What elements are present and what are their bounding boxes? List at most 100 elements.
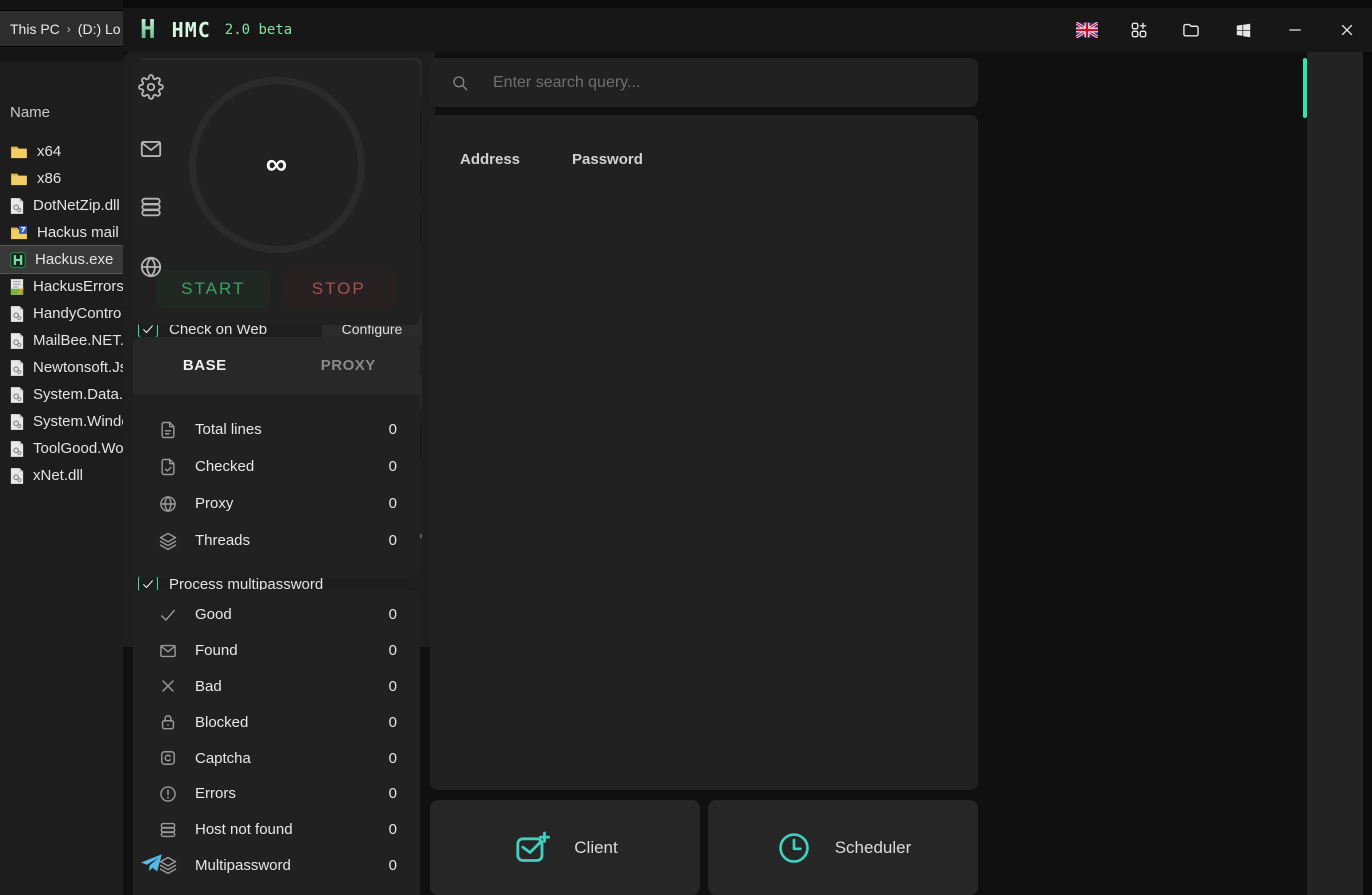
file-row[interactable]: HackusErrors. bbox=[0, 273, 123, 300]
stat-value: 0 bbox=[389, 606, 397, 623]
stat-label: Good bbox=[195, 606, 389, 623]
start-button[interactable]: START bbox=[157, 270, 270, 308]
runner-panel: ∞ START STOP bbox=[133, 60, 420, 325]
file-name: System.Windo bbox=[33, 413, 123, 430]
stat-label: Errors bbox=[195, 785, 389, 802]
file-row[interactable]: Hackus mail c bbox=[0, 219, 123, 246]
file-text-icon bbox=[158, 420, 178, 440]
uk-flag-icon bbox=[1076, 22, 1098, 38]
file-row[interactable]: x86 bbox=[0, 165, 123, 192]
base-stats-panel: BASE PROXY Total lines0 Checked0 Proxy0 … bbox=[133, 337, 420, 577]
file-name: DotNetZip.dll bbox=[33, 197, 120, 214]
right-sidebar bbox=[1307, 52, 1363, 895]
modules-button[interactable] bbox=[1128, 19, 1150, 41]
telegram-plane-icon[interactable] bbox=[138, 851, 164, 877]
tab-proxy[interactable]: PROXY bbox=[277, 337, 421, 394]
dll-file-icon bbox=[10, 197, 24, 215]
dll-file-icon bbox=[10, 359, 24, 377]
dll-file-icon bbox=[10, 440, 24, 458]
column-header-address[interactable]: Address bbox=[460, 151, 572, 168]
stat-label: Checked bbox=[195, 458, 389, 475]
file-row[interactable]: DotNetZip.dll bbox=[0, 192, 123, 219]
stat-row: Found0 bbox=[133, 633, 420, 669]
breadcrumb[interactable]: This PC › (D:) Lo bbox=[0, 10, 123, 47]
file-row-selected[interactable]: Hackus.exe bbox=[0, 246, 123, 273]
sidebar-mail-icon[interactable] bbox=[138, 136, 164, 162]
file-name: System.Data.S bbox=[33, 386, 123, 403]
search-icon bbox=[451, 74, 469, 92]
stat-label: Captcha bbox=[195, 750, 389, 767]
name-column-header[interactable]: Name bbox=[10, 104, 50, 121]
scheduler-button[interactable]: Scheduler bbox=[708, 800, 978, 895]
breadcrumb-drive[interactable]: (D:) Lo bbox=[78, 21, 121, 37]
results-table-panel: Address Password bbox=[430, 115, 978, 790]
dll-file-icon bbox=[10, 467, 24, 485]
windows-button[interactable] bbox=[1232, 19, 1254, 41]
language-flag-button[interactable] bbox=[1076, 19, 1098, 41]
minimize-button[interactable] bbox=[1284, 19, 1306, 41]
explorer-toolbar-band bbox=[0, 48, 123, 62]
file-row[interactable]: x64 bbox=[0, 138, 123, 165]
app-body: ∞ START STOP BASE PROXY Total lines0 Che… bbox=[123, 52, 1372, 895]
dll-file-icon bbox=[10, 386, 24, 404]
explorer-window: This PC › (D:) Lo Name x64 x86 DotNetZip… bbox=[0, 0, 123, 895]
close-button[interactable] bbox=[1336, 19, 1358, 41]
stat-row: Threads0 bbox=[133, 522, 420, 559]
progress-ring: ∞ bbox=[189, 77, 365, 253]
grid-plus-icon bbox=[1129, 20, 1149, 40]
file-row[interactable]: ToolGood.Wo bbox=[0, 435, 123, 462]
mail-plus-icon bbox=[512, 828, 552, 868]
stat-row: Captcha0 bbox=[133, 740, 420, 776]
app-version: 2.0 beta bbox=[225, 22, 292, 38]
stat-row: Multipassword0 bbox=[133, 848, 420, 884]
dll-file-icon bbox=[10, 332, 24, 350]
breadcrumb-this-pc[interactable]: This PC bbox=[10, 21, 60, 37]
app-logo: H bbox=[140, 17, 156, 43]
minimize-icon bbox=[1286, 21, 1304, 39]
windows-icon bbox=[1234, 21, 1253, 40]
stat-label: Proxy bbox=[195, 495, 389, 512]
file-row[interactable]: HandyContro bbox=[0, 300, 123, 327]
file-row[interactable]: xNet.dll bbox=[0, 462, 123, 489]
column-header-password[interactable]: Password bbox=[572, 151, 643, 168]
file-name: Newtonsoft.Js bbox=[33, 359, 123, 376]
stat-row: Proxy0 bbox=[133, 485, 420, 522]
open-folder-button[interactable] bbox=[1180, 19, 1202, 41]
file-row[interactable]: MailBee.NET. bbox=[0, 327, 123, 354]
window-edge-strip bbox=[1363, 52, 1372, 895]
stat-value: 0 bbox=[389, 532, 397, 549]
stat-row: Checked0 bbox=[133, 448, 420, 485]
search-input[interactable] bbox=[493, 74, 978, 92]
check-icon bbox=[141, 577, 155, 591]
sidebar-settings-gear-icon[interactable] bbox=[138, 74, 164, 100]
file-name: HackusErrors. bbox=[33, 278, 123, 295]
client-button[interactable]: Client bbox=[430, 800, 700, 895]
close-icon bbox=[1338, 21, 1356, 39]
stat-row: Total lines0 bbox=[133, 411, 420, 448]
client-button-label: Client bbox=[574, 838, 617, 858]
stop-button[interactable]: STOP bbox=[283, 270, 396, 308]
file-row[interactable]: System.Data.S bbox=[0, 381, 123, 408]
file-name: MailBee.NET. bbox=[33, 332, 123, 349]
explorer-top-strip bbox=[0, 0, 123, 10]
hmc-app-window: H HMC 2.0 beta ∞ START STOP bbox=[123, 0, 1372, 895]
file-row[interactable]: Newtonsoft.Js bbox=[0, 354, 123, 381]
tab-base[interactable]: BASE bbox=[133, 337, 277, 394]
mail-icon bbox=[158, 641, 178, 661]
stat-label: Found bbox=[195, 642, 389, 659]
file-row[interactable]: System.Windo bbox=[0, 408, 123, 435]
stat-row: Host not found0 bbox=[133, 812, 420, 848]
sidebar-database-icon[interactable] bbox=[138, 194, 164, 220]
stat-value: 0 bbox=[389, 678, 397, 695]
sidebar-globe-icon[interactable] bbox=[138, 254, 164, 280]
dll-file-icon bbox=[10, 413, 24, 431]
stat-label: Host not found bbox=[195, 821, 389, 838]
title-bar: H HMC 2.0 beta bbox=[123, 8, 1372, 52]
stat-value: 0 bbox=[389, 785, 397, 802]
search-panel bbox=[430, 58, 978, 107]
file-check-icon bbox=[158, 457, 178, 477]
clock-icon bbox=[775, 829, 813, 867]
stat-label: Threads bbox=[195, 532, 389, 549]
stats-tabbar: BASE PROXY bbox=[133, 337, 420, 394]
globe-icon bbox=[158, 494, 178, 514]
